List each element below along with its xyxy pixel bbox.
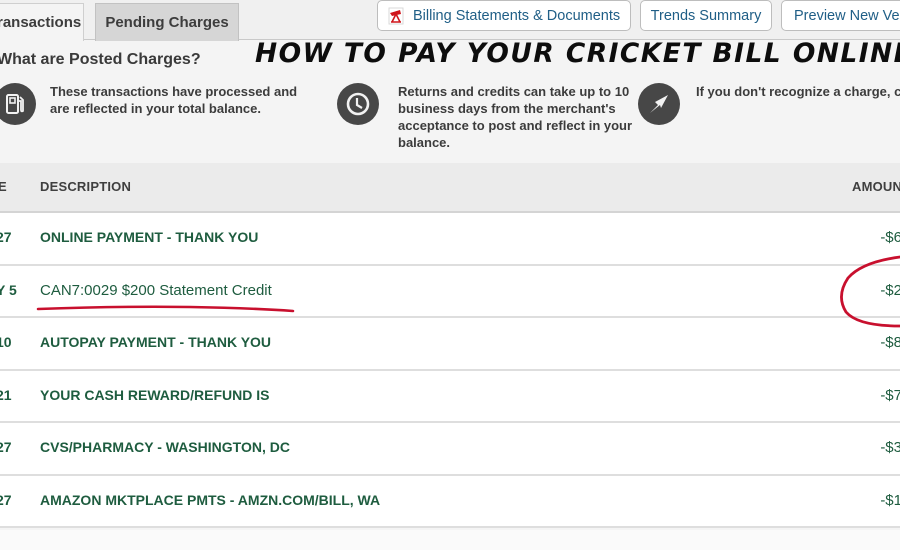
billing-statements-label: Billing Statements & Documents <box>413 7 621 24</box>
row-amount: -$2 <box>880 281 900 299</box>
table-body: 27 ONLINE PAYMENT - THANK YOU -$6 Y 5 CA… <box>0 213 900 528</box>
row-date: 27 <box>0 439 12 455</box>
table-row[interactable]: 27 CVS/PHARMACY - WASHINGTON, DC -$3 <box>0 423 900 476</box>
row-date: 10 <box>0 334 12 350</box>
tab-pending-charges[interactable]: Pending Charges <box>95 3 239 41</box>
row-description: CAN7:0029 $200 Statement Credit <box>40 281 272 299</box>
row-amount: -$8 <box>880 334 900 351</box>
pdf-icon <box>388 7 404 25</box>
row-amount: -$3 <box>880 439 900 456</box>
row-date: 27 <box>0 491 12 508</box>
row-amount: -$7 <box>880 386 900 404</box>
info-text-unrecognized: If you don't recognize a charge, cli on … <box>696 83 900 100</box>
row-date: 21 <box>0 386 12 403</box>
table-row[interactable]: 27 ONLINE PAYMENT - THANK YOU -$6 <box>0 213 900 266</box>
trends-summary-button[interactable]: Trends Summary <box>640 0 772 31</box>
table-row[interactable]: 21 YOUR CASH REWARD/REFUND IS -$7 <box>0 370 900 423</box>
info-text-unrecognized-body: If you don't recognize a charge, cli on … <box>696 84 900 99</box>
table-row[interactable]: 27 AMAZON MKTPLACE PMTS - AMZN.COM/BILL,… <box>0 475 900 528</box>
row-date: Y 5 <box>0 281 17 298</box>
row-amount: -$1 <box>880 491 900 509</box>
row-amount: -$6 <box>880 229 900 246</box>
info-title: What are Posted Charges? <box>0 51 201 68</box>
tab-bar: ransactions Pending Charges Billing Stat… <box>0 0 900 41</box>
article-headline: HOW TO PAY YOUR CRICKET BILL ONLINE? <box>255 38 900 69</box>
row-description: AUTOPAY PAYMENT - THANK YOU <box>40 334 272 350</box>
row-description: CVS/PHARMACY - WASHINGTON, DC <box>40 439 290 455</box>
info-text-returns: Returns and credits can take up to 10 bu… <box>398 84 633 150</box>
preview-new-version-button[interactable]: Preview New Ver <box>781 0 900 31</box>
preview-new-version-label: Preview New Ver <box>794 7 900 24</box>
info-item-unrecognized: If you don't recognize a charge, cli on … <box>638 83 900 125</box>
row-date: 27 <box>0 229 12 245</box>
column-header-description[interactable]: DESCRIPTION <box>40 179 131 194</box>
row-description: ONLINE PAYMENT - THANK YOU <box>40 229 259 245</box>
column-header-amount[interactable]: AMOUN <box>852 179 900 194</box>
table-row[interactable]: 10 AUTOPAY PAYMENT - THANK YOU -$8 <box>0 318 900 371</box>
info-item-returns: Returns and credits can take up to 10 bu… <box>337 83 634 151</box>
compass-arrow-icon <box>638 83 680 125</box>
info-text-processed: These transactions have processed and ar… <box>50 84 298 116</box>
table-header: E DESCRIPTION AMOUN <box>0 163 900 213</box>
clock-icon <box>337 83 379 125</box>
table-row-highlighted[interactable]: Y 5 CAN7:0029 $200 Statement Credit -$2 <box>0 265 900 318</box>
row-description: YOUR CASH REWARD/REFUND IS <box>40 386 270 403</box>
transactions-table: E DESCRIPTION AMOUN 27 ONLINE PAYMENT - … <box>0 163 900 528</box>
column-header-date[interactable]: E <box>0 179 7 194</box>
info-item-processed: These transactions have processed and ar… <box>0 83 320 125</box>
table-row-partial <box>0 530 900 550</box>
row-description: AMAZON MKTPLACE PMTS - AMZN.COM/BILL, WA <box>40 491 381 508</box>
trends-summary-label: Trends Summary <box>650 7 762 24</box>
fuel-pump-icon <box>0 83 36 125</box>
tab-transactions[interactable]: ransactions <box>0 3 84 41</box>
billing-statements-button[interactable]: Billing Statements & Documents <box>377 0 631 31</box>
